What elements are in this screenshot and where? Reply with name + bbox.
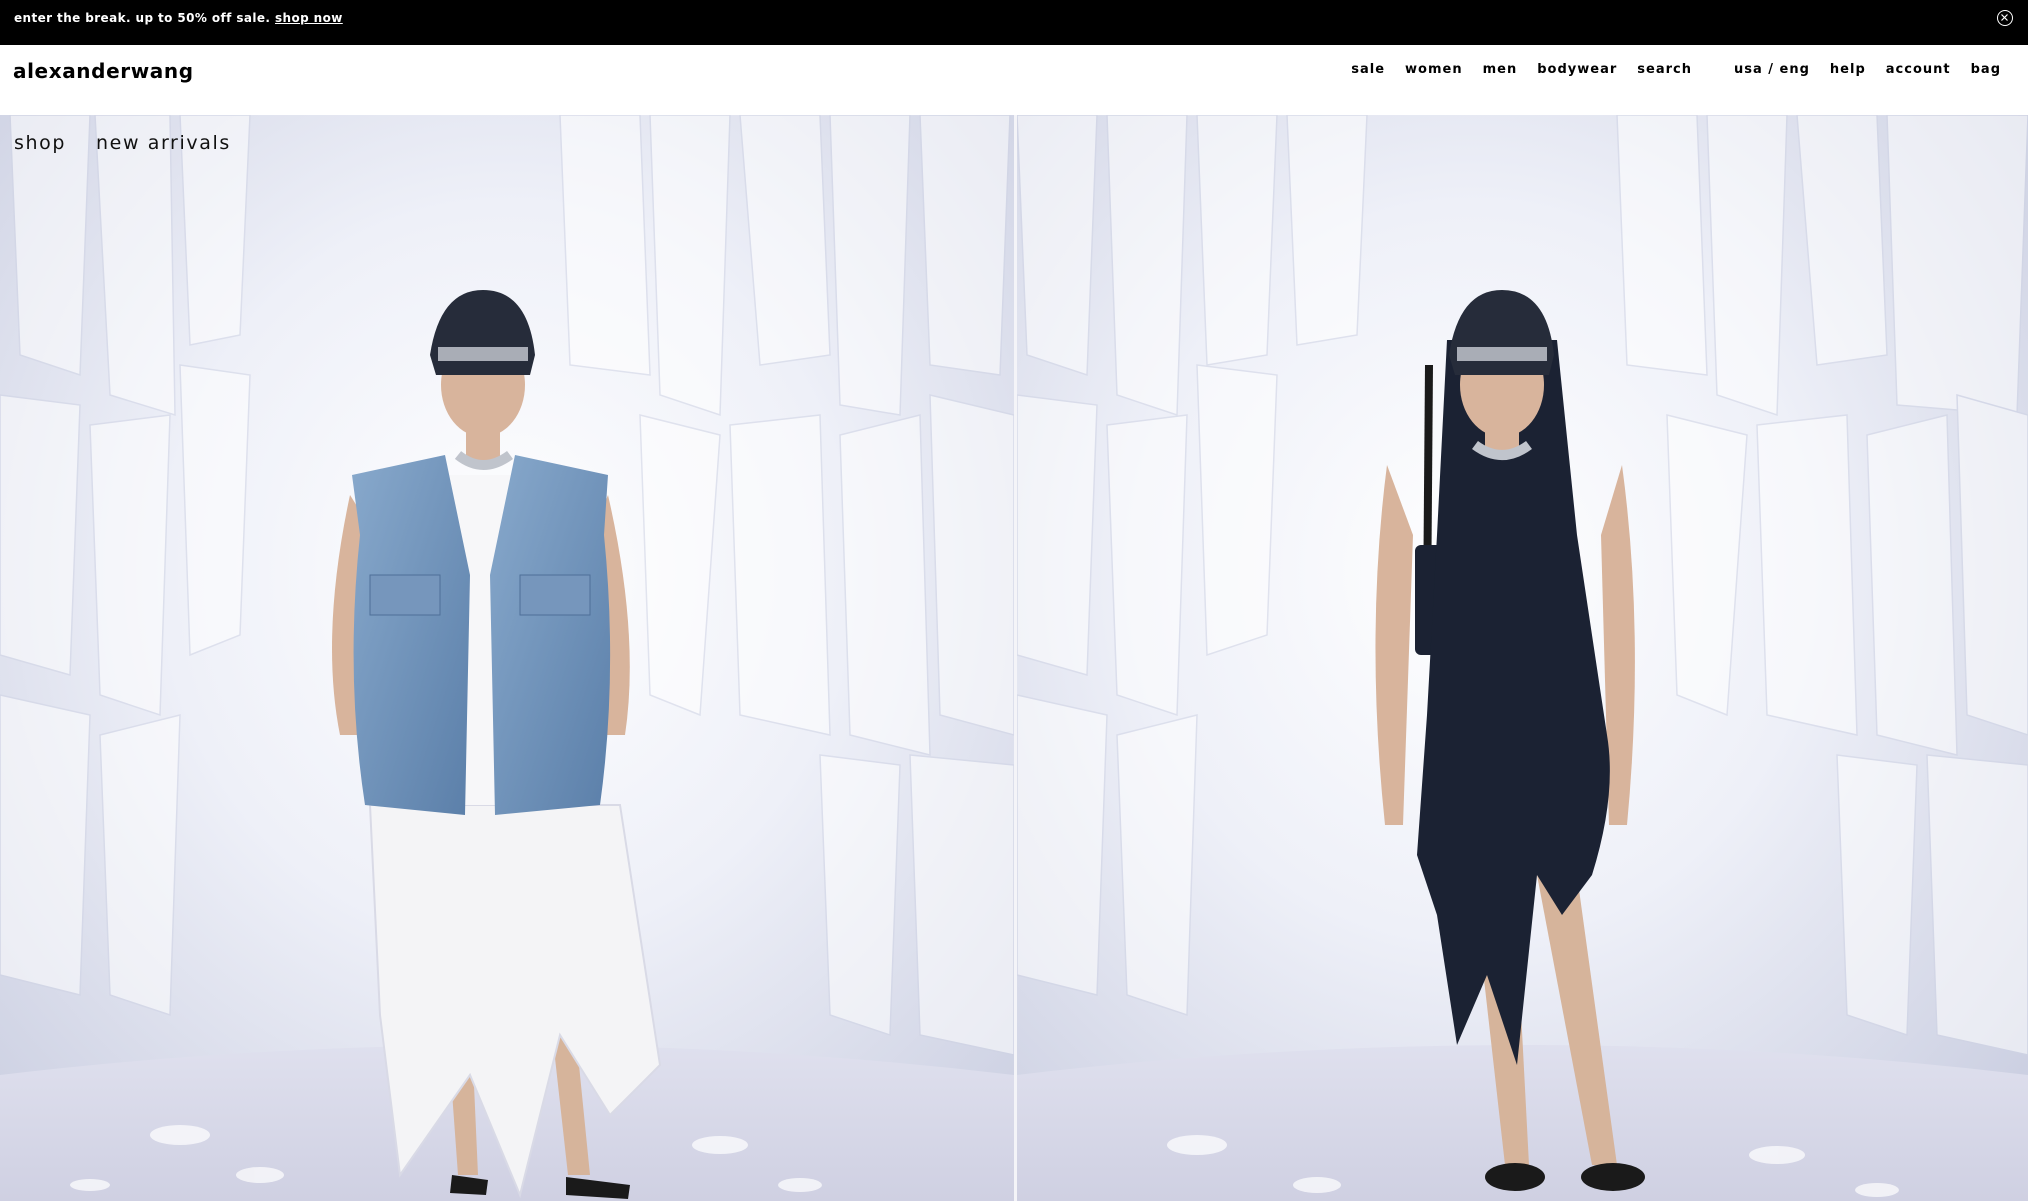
nav-men[interactable]: men bbox=[1483, 62, 1518, 77]
brand-logo[interactable]: alexanderwang bbox=[13, 59, 194, 83]
nav-bodywear[interactable]: bodywear bbox=[1537, 62, 1617, 77]
main-nav: sale women men bodywear search usa / eng… bbox=[1331, 62, 2001, 77]
nav-help[interactable]: help bbox=[1830, 62, 1866, 77]
hero-image-left[interactable] bbox=[0, 115, 1014, 1201]
breadcrumb: shop new arrivals bbox=[14, 132, 261, 154]
promo-text: enter the break. up to 50% off sale. bbox=[14, 11, 271, 25]
breadcrumb-new-arrivals[interactable]: new arrivals bbox=[96, 132, 231, 154]
look-denim-vest-image bbox=[0, 115, 1014, 1201]
site-header: alexanderwang sale women men bodywear se… bbox=[0, 45, 2028, 115]
breadcrumb-shop[interactable]: shop bbox=[14, 132, 66, 154]
hero-image-right[interactable] bbox=[1017, 115, 2028, 1201]
nav-bag[interactable]: bag bbox=[1971, 62, 2001, 77]
close-x-glyph bbox=[2001, 14, 2008, 21]
promo-banner: enter the break. up to 50% off sale. sho… bbox=[0, 0, 2028, 45]
hero-section bbox=[0, 115, 2028, 1201]
nav-locale[interactable]: usa / eng bbox=[1734, 62, 1810, 77]
shop-now-link[interactable]: shop now bbox=[275, 11, 343, 25]
nav-women[interactable]: women bbox=[1405, 62, 1463, 77]
promo-message: enter the break. up to 50% off sale. sho… bbox=[14, 11, 343, 25]
nav-search[interactable]: search bbox=[1637, 62, 1692, 77]
close-icon[interactable] bbox=[1997, 10, 2013, 26]
nav-sale[interactable]: sale bbox=[1351, 62, 1385, 77]
nav-account[interactable]: account bbox=[1886, 62, 1951, 77]
look-black-dress-image bbox=[1017, 115, 2028, 1201]
